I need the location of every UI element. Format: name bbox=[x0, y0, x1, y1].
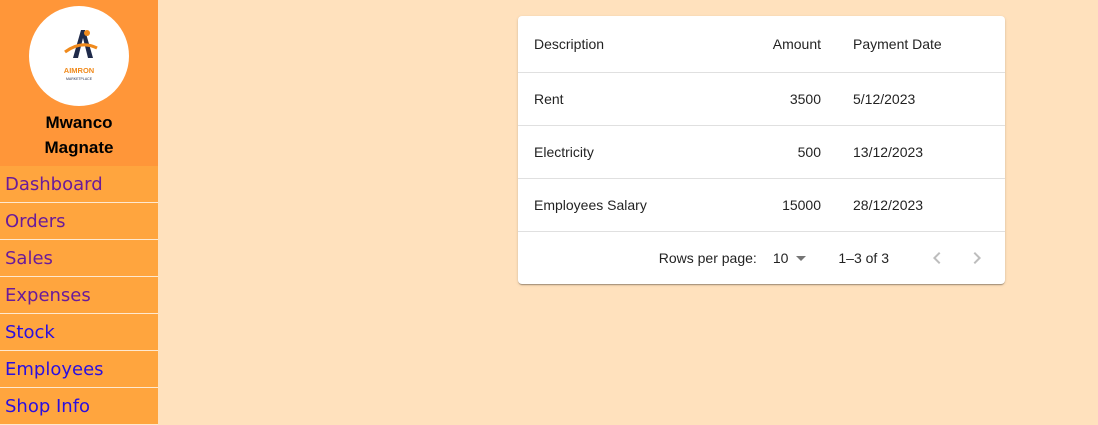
cell-description: Employees Salary bbox=[518, 178, 735, 232]
logo-brand-text: AIMRON bbox=[64, 66, 94, 75]
sidebar-header: AIMRON MARKETPLACE Mwanco Magnate bbox=[0, 0, 158, 166]
table-header-row: Description Amount Payment Date bbox=[518, 16, 1005, 73]
cell-payment-date: 5/12/2023 bbox=[837, 72, 1005, 126]
logo-subtitle-text: MARKETPLACE bbox=[66, 77, 93, 81]
page-range-text: 1–3 of 3 bbox=[838, 250, 889, 266]
sidebar-item-dashboard[interactable]: Dashboard bbox=[0, 166, 158, 203]
previous-page-button[interactable] bbox=[917, 238, 957, 278]
cell-amount: 500 bbox=[735, 125, 837, 179]
sidebar-item-expenses[interactable]: Expenses bbox=[0, 277, 158, 314]
shop-name: Mwanco Magnate bbox=[44, 113, 114, 157]
aimron-logo-icon: AIMRON MARKETPLACE bbox=[64, 30, 98, 81]
cell-amount: 15000 bbox=[735, 178, 837, 232]
sidebar: AIMRON MARKETPLACE Mwanco Magnate Dashbo… bbox=[0, 0, 158, 425]
column-header-payment-date: Payment Date bbox=[837, 16, 1005, 73]
cell-payment-date: 13/12/2023 bbox=[837, 125, 1005, 179]
shop-logo: AIMRON MARKETPLACE bbox=[29, 6, 129, 106]
table-row: Employees Salary 15000 28/12/2023 bbox=[518, 178, 1005, 232]
expenses-table-card: Description Amount Payment Date Rent 350… bbox=[518, 16, 1005, 284]
cell-amount: 3500 bbox=[735, 72, 837, 126]
cell-payment-date: 28/12/2023 bbox=[837, 178, 1005, 232]
table-row: Electricity 500 13/12/2023 bbox=[518, 125, 1005, 179]
column-header-amount: Amount bbox=[735, 16, 837, 73]
sidebar-item-employees[interactable]: Employees bbox=[0, 351, 158, 388]
caret-down-icon bbox=[796, 255, 807, 261]
sidebar-item-stock[interactable]: Stock bbox=[0, 314, 158, 351]
expenses-table: Description Amount Payment Date Rent 350… bbox=[518, 16, 1005, 232]
rows-per-page-select[interactable]: 10 bbox=[773, 250, 807, 266]
sidebar-nav: Dashboard Orders Sales Expenses Stock Em… bbox=[0, 166, 158, 425]
table-pagination: Rows per page: 10 1–3 of 3 bbox=[518, 232, 1005, 284]
sidebar-item-sales[interactable]: Sales bbox=[0, 240, 158, 277]
column-header-description: Description bbox=[518, 16, 735, 73]
rows-per-page-value: 10 bbox=[772, 250, 789, 266]
table-row: Rent 3500 5/12/2023 bbox=[518, 72, 1005, 126]
cell-description: Electricity bbox=[518, 125, 735, 179]
rows-per-page-label: Rows per page: bbox=[658, 250, 757, 266]
sidebar-item-shop-info[interactable]: Shop Info bbox=[0, 388, 158, 425]
sidebar-item-orders[interactable]: Orders bbox=[0, 203, 158, 240]
chevron-left-icon bbox=[933, 252, 941, 264]
next-page-button[interactable] bbox=[957, 238, 997, 278]
cell-description: Rent bbox=[518, 72, 735, 126]
chevron-right-icon bbox=[973, 252, 981, 264]
